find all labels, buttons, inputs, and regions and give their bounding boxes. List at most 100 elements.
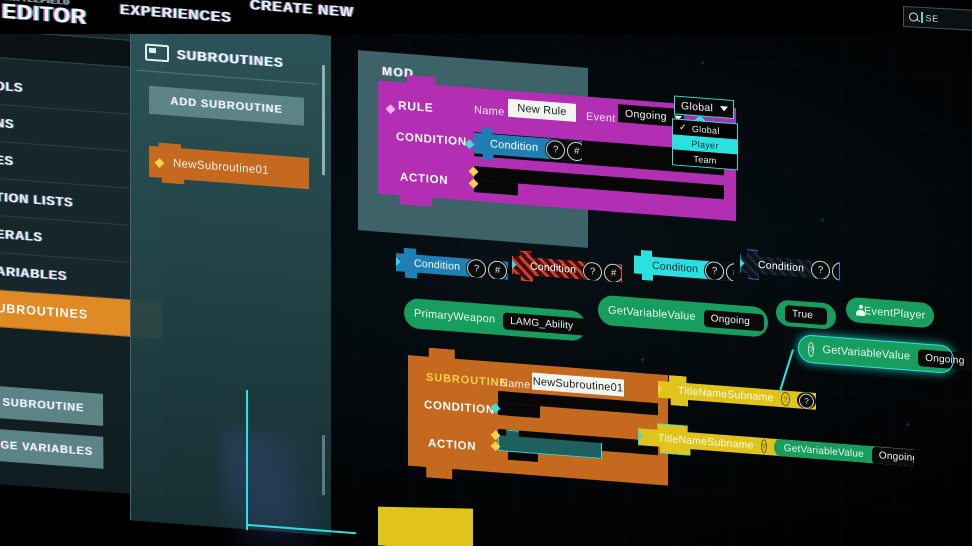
rule-label: RULE [398,98,434,115]
pill-dropdown-value: True [792,308,813,321]
rule-scope-value: Global [681,99,714,114]
hash-icon[interactable]: # [488,260,507,280]
condition-node-red[interactable]: Condition ? # [512,250,622,288]
rule-action-slot-b[interactable] [474,180,518,195]
condition-node-icons: ? # [810,258,852,282]
pill-get-variable-value-glow[interactable]: ? GetVariableValue Ongoing [798,334,972,375]
panel-scrollbar-secondary[interactable] [322,435,325,496]
pill-label: PrimaryWeapon [414,307,496,326]
scope-option-label: Team [693,153,717,166]
nested-pill-dropdown[interactable]: Ongoing [872,446,932,468]
sidebar-item-label: OLS [0,78,24,95]
pill-dropdown[interactable]: True [785,304,827,325]
condition-node-label: Condition [758,258,805,275]
nav-item-create-new[interactable]: CREATE NEW [250,0,354,20]
scope-dropdown-menu[interactable]: ✓ Global Player Team [672,118,738,171]
yellow-node-badge[interactable]: ? [797,392,816,409]
yellow-node-label: TitleNameSubname [658,432,754,452]
pill-dropdown[interactable]: LAMG_Ability [503,311,588,336]
question-icon[interactable]: ? [781,392,791,407]
rule-event-value: Ongoing [625,107,667,123]
condition-node-dark[interactable]: Condition ? # [740,249,840,287]
connector-dot[interactable] [155,158,165,168]
subroutine-condition-slot[interactable] [498,403,540,418]
subroutine-action-label: ACTION [428,437,477,454]
nav-item-experiences[interactable]: EXPERIENCES [120,1,232,25]
rule-name-value: New Rule [517,102,567,119]
text-caret [921,11,923,24]
yellow-node-title-name-subname[interactable]: TitleNameSubname ? ? [658,374,816,416]
rule-condition-label: CONDITION [396,131,467,149]
question-icon: ? [799,393,814,409]
subroutine-icon [145,43,169,63]
scope-option-label: Global [691,123,720,136]
divider [137,69,317,85]
sidebar-item-label: NS [0,115,15,132]
panel-scrollbar[interactable] [322,65,325,176]
rule-connector-dot[interactable] [386,104,396,114]
subroutine-name-value: NewSubroutine01 [532,375,624,395]
add-subroutine-label: ADD SUBROUTINE [0,394,85,415]
subroutine-condition-label: CONDITION [424,399,495,417]
connector-dot[interactable] [391,257,401,267]
pill-dropdown[interactable]: Ongoing [918,348,972,371]
condition-node-cyan[interactable]: Condition ? # [634,249,734,287]
subroutine-name-input[interactable]: NewSubroutine01 [532,373,624,397]
yellow-node-label: TitleNameSubname [678,384,774,405]
pill-dropdown[interactable]: Ongoing [703,309,765,331]
question-icon[interactable]: ? [467,258,486,278]
subroutine-block[interactable]: SUBROUTINE Name NewSubroutine01 CONDITIO… [408,346,668,496]
panel-add-subroutine-button[interactable]: ADD SUBROUTINE [149,85,304,126]
sidebar-item-label: UBROUTINES [0,300,89,322]
sidebar-item-label: ES [0,152,14,169]
pill-label: GetVariableValue [822,343,911,363]
chevron-down-icon [720,106,729,112]
question-icon[interactable]: ? [546,139,565,159]
nested-pill-value: Ongoing [878,449,919,464]
pill-event-player[interactable]: EventPlayer [846,296,934,329]
sidebar-item-label: ARIABLES [0,263,68,284]
search-value: SE [925,12,939,24]
connector-dot[interactable] [507,260,517,270]
subroutine-list-item[interactable]: NewSubroutine01 [149,142,309,194]
question-icon[interactable]: ? [811,260,830,280]
condition-node-label: Condition [414,257,461,274]
scope-option-label: Player [691,138,719,151]
pill-dropdown-value: Ongoing [925,352,965,367]
pill-dropdown-value: LAMG_Ability [510,315,574,332]
question-icon[interactable]: ? [583,261,602,281]
brand-logo[interactable]: BATTLEFIELD EDITOR [2,0,87,29]
hash-icon[interactable]: # [832,261,851,281]
yellow-node-title-name-subname-glow[interactable]: TitleNameSubname ? GetVariableValue Ongo… [638,422,914,473]
question-icon[interactable]: ? [761,439,767,453]
panel-add-subroutine-label: ADD SUBROUTINE [170,95,283,117]
top-navigation-bar: BATTLEFIELD EDITOR EXPERIENCES CREATE NE… [0,0,972,34]
connector-wire [778,349,794,393]
condition-chip-icons: ? # [545,138,587,162]
search-icon [909,12,918,22]
condition-node-label: Condition [530,260,577,276]
pill-primary-weapon[interactable]: PrimaryWeapon LAMG_Ability [404,297,588,342]
condition-node-label: Condition [652,259,699,276]
sidebar-item-label: ERALS [0,226,43,245]
question-icon[interactable]: ? [705,260,724,280]
question-icon[interactable]: ? [808,341,815,357]
panel-edge-wire [246,389,248,531]
check-icon: ✓ [679,121,687,133]
subroutine-action-slot-b[interactable] [508,452,538,462]
connector-dot[interactable] [735,258,745,268]
nested-pill-label: GetVariableValue [783,442,864,460]
rule-action-label: ACTION [400,171,449,188]
sidebar-item-label: TION LISTS [0,189,74,210]
hash-icon[interactable]: # [604,263,623,283]
subroutines-panel: SUBROUTINES ADD SUBROUTINE NewSubroutine… [130,20,331,546]
global-search-input[interactable]: SE [903,5,972,32]
rule-name-input[interactable]: New Rule [508,99,576,122]
connector-dot[interactable] [629,259,639,269]
editor-screen: + + + + + BATTLEFIELD EDITOR EXPERIENCES… [0,0,972,546]
condition-node-blue[interactable]: Condition ? # [396,247,508,286]
pill-true[interactable]: True [776,299,836,330]
nested-pill-get-variable-value[interactable]: GetVariableValue Ongoing [774,436,924,470]
rule-event-field-label: Event [586,110,616,125]
pill-get-variable-value[interactable]: GetVariableValue Ongoing [598,294,768,338]
